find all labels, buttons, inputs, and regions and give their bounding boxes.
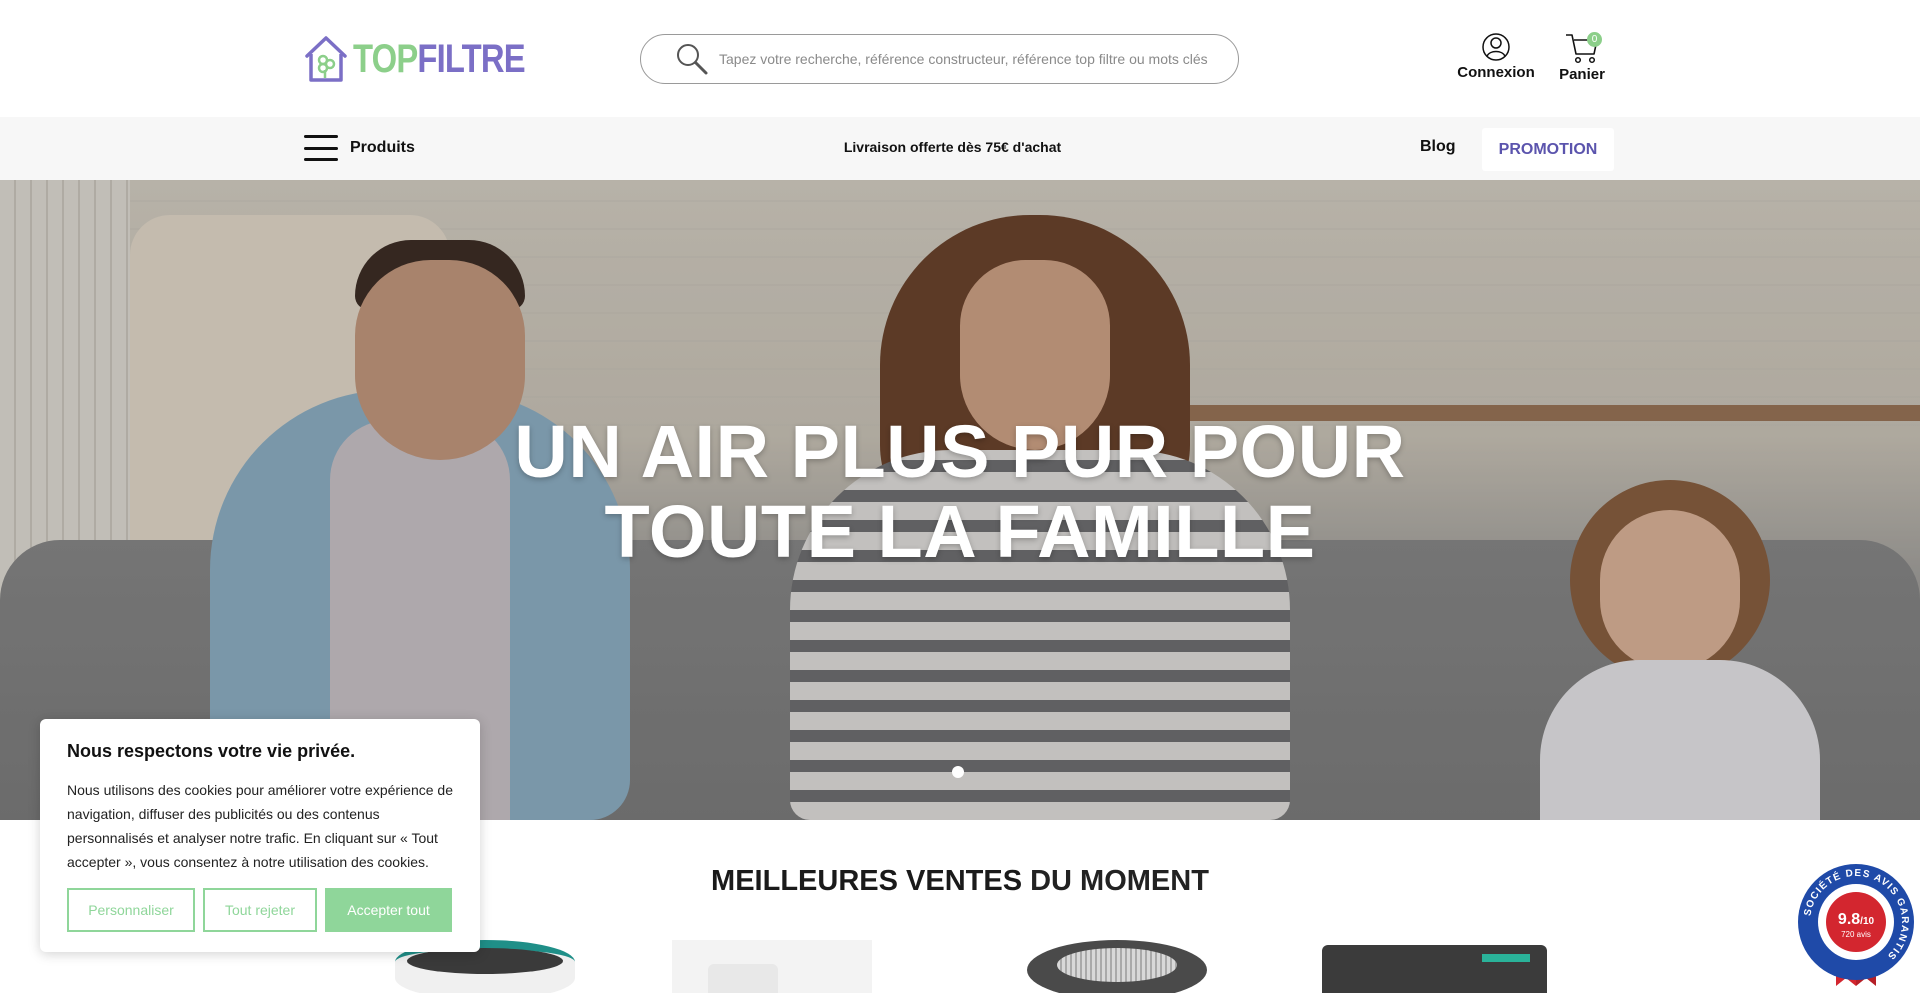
product-card-3[interactable] xyxy=(1027,940,1207,993)
search-icon[interactable] xyxy=(675,42,709,76)
slider-dots xyxy=(952,766,964,778)
hamburger-icon xyxy=(304,135,338,161)
promotion-button[interactable]: PROMOTION xyxy=(1482,128,1614,171)
logo-text: TOPFILTRE xyxy=(353,36,526,81)
cookie-consent-banner: Nous respectons votre vie privée. Nous u… xyxy=(40,719,480,952)
cart-count-badge: 0 xyxy=(1587,32,1602,47)
search-input[interactable] xyxy=(719,51,1219,67)
account-button[interactable]: Connexion xyxy=(1456,32,1536,81)
product-card-4[interactable] xyxy=(1322,940,1547,993)
cart-button[interactable]: 0 Panier xyxy=(1552,32,1612,83)
site-header: TOPFILTRE Connexion 0 Panier xyxy=(0,0,1920,117)
bestsellers-title-bold: MEILLEURES VENTES xyxy=(711,865,1023,897)
rating-seal-icon: SOCIÉTÉ DES AVIS GARANTIS 9.8/10 720 avi… xyxy=(1798,864,1914,986)
bestsellers-title: MEILLEURES VENTES DU MOMENT xyxy=(600,865,1320,898)
free-shipping-notice: Livraison offerte dès 75€ d'achat xyxy=(843,139,1062,155)
product-card-2[interactable] xyxy=(672,940,872,993)
products-menu-button[interactable]: Produits xyxy=(304,135,415,161)
account-label: Connexion xyxy=(1457,64,1535,81)
hero-title-line-2: TOUTE LA FAMILLE xyxy=(604,490,1316,573)
reject-all-button[interactable]: Tout rejeter xyxy=(203,888,317,932)
cookie-actions: Personnaliser Tout rejeter Accepter tout xyxy=(67,888,452,932)
cookie-title: Nous respectons votre vie privée. xyxy=(67,741,356,761)
reviews-rating-badge[interactable]: SOCIÉTÉ DES AVIS GARANTIS 9.8/10 720 avi… xyxy=(1796,862,1916,988)
main-nav: Produits Livraison offerte dès 75€ d'ach… xyxy=(0,117,1920,180)
house-leaf-logo-icon xyxy=(305,36,347,82)
slider-dot-active[interactable] xyxy=(952,766,964,778)
hero-title: UN AIR PLUS PUR POUR TOUTE LA FAMILLE xyxy=(460,412,1460,572)
search-bar[interactable] xyxy=(640,34,1239,84)
svg-text:720 avis: 720 avis xyxy=(1841,930,1871,939)
cookie-body: Nous utilisons des cookies pour améliore… xyxy=(67,782,453,870)
cart-label: Panier xyxy=(1559,66,1605,83)
hero-title-line-1: UN AIR PLUS PUR POUR xyxy=(514,410,1406,493)
product-image xyxy=(1322,945,1547,993)
product-image xyxy=(708,964,778,993)
products-menu-label: Produits xyxy=(350,139,415,156)
site-logo[interactable]: TOPFILTRE xyxy=(303,33,563,85)
user-icon xyxy=(1482,33,1510,61)
blog-link[interactable]: Blog xyxy=(1420,138,1456,156)
accept-all-button[interactable]: Accepter tout xyxy=(325,888,452,932)
personalize-button[interactable]: Personnaliser xyxy=(67,888,195,932)
bestsellers-title-rest: DU MOMENT xyxy=(1030,865,1209,897)
